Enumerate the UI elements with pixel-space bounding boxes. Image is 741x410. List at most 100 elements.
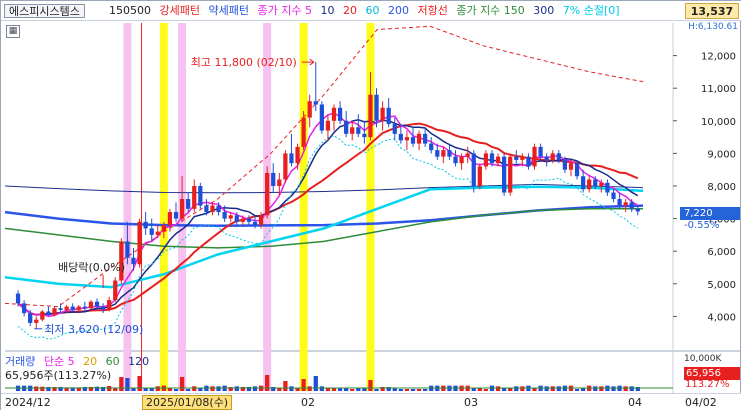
volume-bar-88 bbox=[550, 386, 555, 391]
low-annotation: 최저 3,620 (12/09) bbox=[44, 323, 143, 336]
candle-body-15 bbox=[107, 300, 112, 310]
volume-bar-62 bbox=[392, 388, 397, 391]
volume-bar-81 bbox=[508, 388, 513, 391]
date-label-apr: 04 bbox=[628, 396, 642, 409]
candle-body-32 bbox=[210, 205, 215, 213]
volume-bar-25 bbox=[167, 388, 173, 391]
candle-body-67 bbox=[423, 133, 428, 144]
volume-ma120[interactable]: 120 bbox=[128, 355, 149, 368]
last-price-tag: 7,220 bbox=[680, 207, 740, 220]
volume-bar-20 bbox=[137, 376, 142, 391]
dividend-annotation: 배당락(0.0%) bbox=[58, 261, 125, 274]
candle-body-43 bbox=[277, 179, 282, 186]
candle-body-25 bbox=[167, 212, 173, 226]
volume-bar-64 bbox=[404, 389, 410, 391]
volume-bar-65 bbox=[410, 389, 416, 391]
volume-bar-75 bbox=[471, 388, 476, 391]
volume-bar-17 bbox=[119, 377, 124, 391]
high-annotation: 최고 11,800 (02/10) bbox=[191, 56, 297, 69]
candle-body-63 bbox=[398, 133, 403, 141]
candle-body-76 bbox=[477, 166, 482, 186]
candle-body-81 bbox=[508, 156, 513, 193]
candle-body-23 bbox=[155, 231, 160, 235]
candle-body-68 bbox=[429, 143, 434, 151]
candle-body-98 bbox=[611, 192, 616, 200]
candle-body-30 bbox=[198, 186, 203, 206]
volume-bar-36 bbox=[234, 386, 239, 391]
candle-body-19 bbox=[131, 257, 136, 265]
candle-body-20 bbox=[137, 221, 142, 265]
candle-body-22 bbox=[149, 228, 154, 235]
date-label-apr02: 04/02 bbox=[685, 396, 717, 409]
candle-body-50 bbox=[319, 104, 324, 131]
volume-bar-13 bbox=[94, 386, 100, 391]
volume-bar-55 bbox=[350, 389, 355, 391]
candle-body-78 bbox=[489, 153, 495, 164]
candle-body-75 bbox=[471, 153, 476, 186]
date-label-mar: 03 bbox=[464, 396, 478, 409]
candle-body-70 bbox=[441, 150, 446, 157]
y-tick-label-6: 10,000 bbox=[701, 117, 736, 128]
candle-body-42 bbox=[271, 172, 276, 186]
candle-body-85 bbox=[532, 146, 537, 167]
candle-body-80 bbox=[502, 156, 507, 193]
candle-body-69 bbox=[435, 150, 440, 157]
candle-body-55 bbox=[350, 127, 355, 134]
volume-bar-43 bbox=[277, 388, 282, 391]
candle-body-59 bbox=[374, 94, 379, 121]
candle-body-72 bbox=[453, 156, 458, 164]
candle-body-92 bbox=[574, 163, 580, 177]
candle-body-87 bbox=[544, 156, 549, 160]
candle-body-51 bbox=[325, 120, 331, 131]
candle-body-45 bbox=[289, 153, 294, 164]
pattern-marker-1 bbox=[159, 23, 168, 391]
volume-bar-26 bbox=[173, 389, 179, 391]
candle-body-9 bbox=[70, 306, 75, 310]
candle-body-62 bbox=[392, 124, 397, 134]
candle-body-88 bbox=[550, 153, 555, 160]
candle-body-71 bbox=[447, 150, 452, 157]
candle-body-6 bbox=[52, 308, 57, 315]
candle-body-49 bbox=[313, 101, 318, 105]
volume-bar-27 bbox=[179, 377, 185, 391]
candle-body-0 bbox=[15, 293, 21, 304]
candle-body-41 bbox=[265, 172, 270, 216]
volume-bar-101 bbox=[629, 386, 634, 391]
volume-bar-33 bbox=[216, 386, 221, 391]
candle-body-89 bbox=[556, 153, 561, 160]
volume-bar-98 bbox=[611, 386, 616, 391]
volume-bar-67 bbox=[423, 389, 428, 391]
candle-body-54 bbox=[344, 120, 349, 134]
candle-body-101 bbox=[629, 202, 634, 209]
y-tick-label-8: 12,000 bbox=[701, 52, 736, 63]
volume-bar-3 bbox=[34, 386, 39, 391]
volume-bar-49 bbox=[313, 376, 318, 391]
volume-bar-32 bbox=[210, 386, 215, 391]
candle-body-46 bbox=[295, 146, 300, 164]
volume-bar-44 bbox=[283, 381, 288, 391]
candle-body-100 bbox=[623, 202, 628, 206]
volume-bar-28 bbox=[186, 389, 191, 391]
candle-body-2 bbox=[28, 313, 33, 323]
pattern-marker-0 bbox=[123, 23, 132, 391]
ma10-line bbox=[17, 119, 639, 316]
candle-body-31 bbox=[204, 205, 209, 213]
date-label-dec: 2024/12 bbox=[5, 396, 51, 409]
candle-body-58 bbox=[368, 94, 373, 138]
date-label-feb: 02 bbox=[301, 396, 315, 409]
price-chart: 4,0005,0006,0007,0008,0009,00010,00011,0… bbox=[4, 23, 741, 393]
candle-body-65 bbox=[410, 137, 416, 144]
volume-bar-63 bbox=[398, 389, 403, 391]
ma200-line bbox=[4, 204, 644, 228]
y-tick-label-7: 11,000 bbox=[701, 84, 736, 95]
candle-body-21 bbox=[143, 221, 148, 229]
volume-bar-48 bbox=[307, 386, 312, 391]
volume-bar-96 bbox=[599, 386, 604, 391]
volume-bar-53 bbox=[337, 388, 343, 391]
volume-bar-57 bbox=[362, 388, 367, 391]
volume-bar-45 bbox=[289, 386, 294, 391]
candle-body-38 bbox=[246, 218, 252, 222]
candle-body-66 bbox=[416, 133, 422, 144]
candle-body-29 bbox=[192, 186, 197, 209]
volume-current: 65,956주(113.27%) bbox=[5, 369, 112, 382]
